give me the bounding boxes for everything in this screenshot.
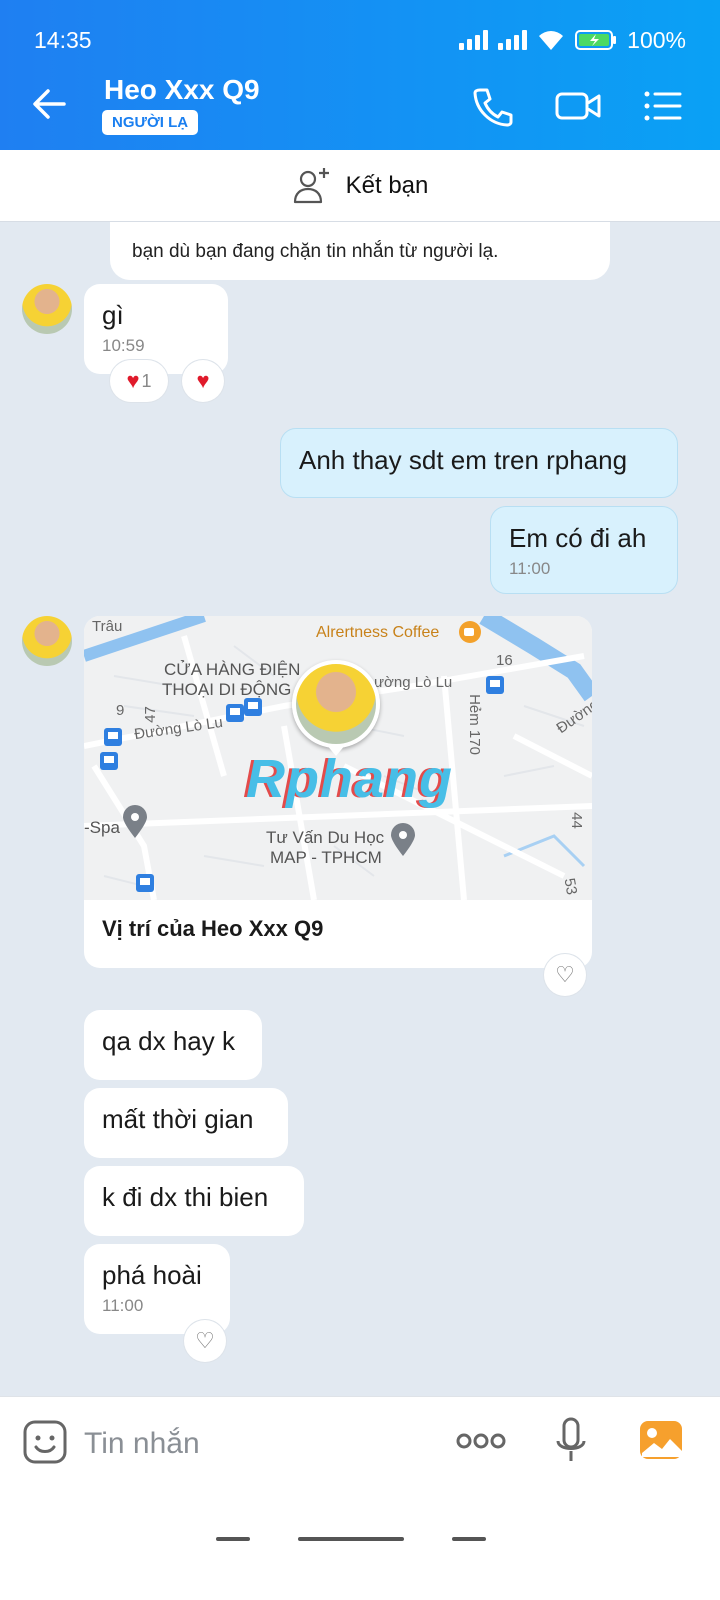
bus-stop-icon [486,676,504,694]
place-pin-icon [123,805,147,838]
video-call-icon[interactable] [554,84,602,128]
add-friend-button[interactable]: Kết bạn [0,150,720,222]
bus-stop-icon [226,704,244,722]
more-options-icon[interactable] [456,1431,506,1451]
microphone-icon[interactable] [554,1417,588,1465]
nav-recent-apps-button[interactable] [216,1537,250,1541]
bus-stop-icon [244,698,262,716]
place-pin-icon [391,823,415,856]
heart-outline-icon: ♡ [555,962,575,987]
back-arrow-icon[interactable] [28,82,72,126]
pin-pointer-icon [326,744,346,756]
bus-stop-icon [136,874,154,892]
status-bar: 14:35 100% [34,24,686,56]
location-caption: Vị trí của Heo Xxx Q9 [102,916,324,941]
message-bubble[interactable]: mất thời gian [84,1088,288,1158]
avatar[interactable] [22,616,72,666]
message-input[interactable]: Tin nhắn [84,1427,200,1461]
status-time: 14:35 [34,26,92,53]
watermark-logo: Rphang [246,749,453,809]
stranger-badge: NGƯỜI LẠ [102,110,199,135]
nav-home-button[interactable] [298,1537,404,1541]
composer: Tin nhắn [0,1396,720,1600]
menu-list-icon[interactable] [640,84,684,128]
battery-icon [575,30,617,50]
heart-icon: ♥ [196,368,210,393]
message-bubble[interactable]: qa dx hay k [84,1010,262,1080]
message-bubble[interactable]: k đi dx thi bien [84,1166,304,1236]
system-note: bạn dù bạn đang chặn tin nhắn từ người l… [110,222,610,280]
add-friend-label: Kết bạn [345,171,429,199]
add-friend-icon [293,167,329,203]
reaction-summary[interactable]: ♥ 1 [110,360,168,402]
coffee-pin-icon [459,621,481,643]
map-preview[interactable]: Alrertness Coffee CỬA HÀNG ĐIỆN THOẠI DI… [84,616,592,900]
location-pin-avatar [292,660,380,748]
signal-icon [498,30,528,50]
message-list[interactable]: bạn dù bạn đang chặn tin nhắn từ người l… [0,222,720,1426]
react-button[interactable]: ♥ [182,360,224,402]
react-button[interactable]: ♡ [544,954,586,996]
bus-stop-icon [104,728,122,746]
wifi-icon [539,31,564,50]
header: 14:35 100% Heo Xxx Q9 NGƯỜI LẠ [0,0,720,150]
location-card[interactable]: Alrertness Coffee CỬA HÀNG ĐIỆN THOẠI DI… [84,616,592,968]
signal-icon [459,30,489,50]
message-bubble[interactable]: Anh thay sdt em tren rphang [280,428,678,498]
heart-icon: ♥ [126,368,140,393]
battery-level: 100% [627,26,686,53]
bus-stop-icon [100,752,118,770]
heart-outline-icon: ♡ [195,1328,215,1353]
react-button[interactable]: ♡ [184,1320,226,1362]
chat-title[interactable]: Heo Xxx Q9 [104,74,260,106]
phone-call-icon[interactable] [470,84,514,128]
nav-back-button[interactable] [452,1537,486,1541]
sticker-icon[interactable] [22,1419,68,1465]
image-gallery-icon[interactable] [638,1417,684,1463]
message-bubble[interactable]: Em có đi ah 11:00 [490,506,678,594]
avatar[interactable] [22,284,72,334]
